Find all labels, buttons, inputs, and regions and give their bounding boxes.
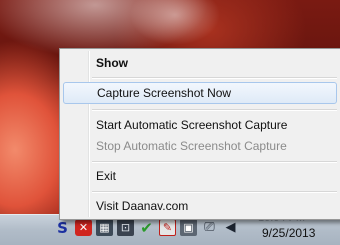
display-icon[interactable]: ▣ <box>180 219 197 236</box>
volume-icon[interactable]: ◀ <box>222 219 239 236</box>
menu-item-visit-daanav[interactable]: Visit Daanav.com <box>63 195 337 217</box>
menu-item-start-automatic-capture[interactable]: Start Automatic Screenshot Capture <box>63 114 337 136</box>
menu-item-show[interactable]: Show <box>63 52 337 74</box>
monitor-icon[interactable]: ⎚ <box>201 219 218 236</box>
s-app-icon[interactable]: S <box>54 219 71 237</box>
checkmark-shield-icon[interactable]: ✔ <box>138 219 155 237</box>
menu-separator <box>92 161 337 163</box>
menu-separator <box>92 77 337 79</box>
menu-item-capture-screenshot-now[interactable]: Capture Screenshot Now <box>63 82 337 104</box>
menu-separator <box>92 191 337 193</box>
clock-date[interactable]: 9/25/2013 <box>262 226 315 240</box>
network-icon[interactable]: ▦ <box>96 219 113 236</box>
system-tray: S ✕ ▦ ⊡ ✔ ✎ ▣ ⎚ ◀ <box>54 219 239 239</box>
tray-context-menu: Show Capture Screenshot Now Start Automa… <box>59 48 340 220</box>
menu-item-stop-automatic-capture: Stop Automatic Screenshot Capture <box>96 139 287 153</box>
menu-separator <box>92 109 337 111</box>
x-app-icon[interactable]: ✕ <box>75 219 92 236</box>
menu-item-exit[interactable]: Exit <box>63 165 337 187</box>
pdf-icon[interactable]: ✎ <box>159 219 176 236</box>
clipboard-icon[interactable]: ⊡ <box>117 219 134 236</box>
